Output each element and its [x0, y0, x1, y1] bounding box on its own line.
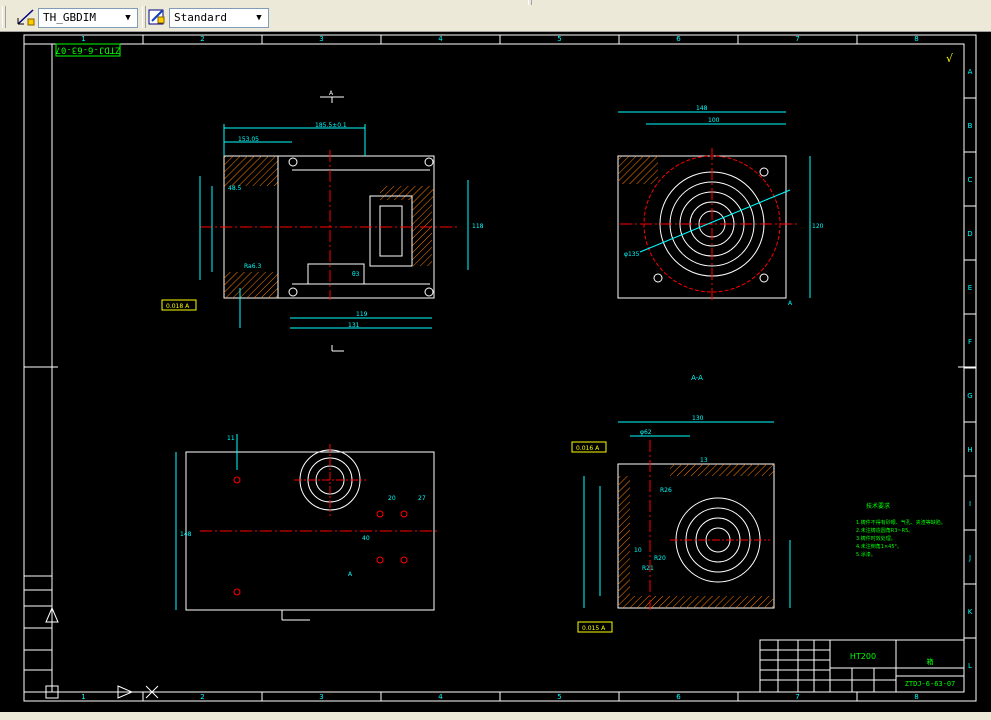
column-label-bottom: 5: [557, 693, 561, 701]
datum-plan: A: [348, 571, 353, 578]
ucs-icon: [45, 606, 159, 699]
dim-sec-r20: R20: [654, 555, 666, 562]
notes-line-1: 1.铸件不得有砂眼、气孔、夹渣等缺陷。: [856, 519, 946, 526]
dim-side-dia: φ135: [624, 251, 640, 258]
sheet-border: [23, 34, 977, 702]
column-label-top: 3: [319, 35, 323, 43]
dim-sec-13: 13: [700, 457, 708, 464]
section-arrow-top: A: [329, 90, 334, 97]
drawing-number: ZTDJ-6-63-07: [905, 680, 956, 688]
toolbar-grip[interactable]: [2, 6, 6, 28]
column-label-bottom: 6: [676, 693, 681, 701]
dim-plan-c: 40: [362, 535, 370, 542]
status-bar: [0, 712, 991, 720]
row-label: J: [968, 554, 971, 562]
dim-sec-10: 10: [634, 547, 642, 554]
dimstyle-icon[interactable]: [16, 7, 36, 27]
dimstyle-select[interactable]: TH_GBDIM ▼: [38, 8, 138, 28]
column-label-top: 8: [914, 35, 918, 43]
chevron-down-icon: ▼: [125, 13, 131, 23]
tolerance-value-3: 0.015 A: [582, 625, 606, 632]
column-label-bottom: 3: [319, 693, 323, 701]
dim-plan-b: 27: [418, 495, 426, 502]
material-label: HT200: [850, 652, 876, 661]
row-label: K: [968, 608, 973, 616]
row-label: B: [968, 122, 973, 130]
row-label: G: [967, 392, 972, 400]
row-labels: A B C D E F G H I J K L: [964, 68, 976, 670]
revision-table: [23, 575, 53, 693]
column-label-top: 6: [676, 35, 681, 43]
row-label: I: [969, 500, 971, 508]
dim-sec-r26: R26: [660, 487, 672, 494]
dim-sec-r21: R21: [642, 565, 654, 572]
textstyle-value: Standard: [174, 11, 227, 24]
tolerance-value-1: 0.018 A: [166, 303, 190, 310]
notes-line-2: 2.未注铸造圆角R3~R5。: [856, 527, 913, 534]
dimstyle-value: TH_GBDIM: [43, 11, 96, 24]
view-side[interactable]: [617, 111, 811, 302]
title-stamp: ZTDJ-6-63-07: [55, 45, 120, 55]
column-label-top: 2: [200, 35, 204, 43]
column-label-bottom: 2: [200, 693, 204, 701]
styles-toolbar: TH_GBDIM ▼ Standard ▼: [0, 0, 991, 32]
section-label: A-A: [691, 374, 703, 382]
row-label: F: [968, 338, 972, 346]
dim-plan-height: 148: [180, 531, 192, 538]
column-label-bottom: 7: [795, 693, 799, 701]
column-label-top: 1: [81, 35, 85, 43]
view-section[interactable]: [583, 421, 791, 610]
dim-plan-a: 20: [388, 495, 396, 502]
chevron-down-icon: ▼: [256, 13, 262, 23]
dim-small: 48.5: [228, 185, 242, 192]
column-label-top: 4: [438, 35, 443, 43]
row-label: E: [968, 284, 972, 292]
dim-length: 185.5±0.1: [315, 122, 347, 129]
row-label: H: [967, 446, 972, 454]
part-name: 箱: [927, 657, 934, 666]
notes-line-4: 4.未注倒角1×45°。: [856, 543, 902, 550]
dim-sec-dia: φ62: [640, 429, 652, 436]
column-label-top: 5: [557, 35, 561, 43]
dim-plan-offset: 11: [227, 435, 235, 442]
notes-title: 技术要求: [866, 502, 890, 510]
view-plan[interactable]: [175, 434, 440, 621]
column-label-bottom: 4: [438, 693, 443, 701]
tolerance-value-2: 0.016 A: [576, 445, 600, 452]
dim-roughness: Ra6.3: [244, 263, 261, 270]
dim-sec-width: 130: [692, 415, 704, 422]
row-label: A: [968, 68, 973, 76]
datum-side: A: [788, 300, 793, 307]
dim-inner: 119: [356, 311, 368, 318]
row-label: C: [968, 176, 973, 184]
dim-width: 153.05: [238, 136, 259, 143]
inner-frame: [51, 43, 965, 693]
column-label-bottom: 1: [81, 693, 85, 701]
textstyle-select[interactable]: Standard ▼: [169, 8, 269, 28]
dim-side-width: 148: [696, 105, 708, 112]
row-label: L: [968, 662, 972, 670]
column-label-top: 7: [795, 35, 799, 43]
column-label-bottom: 8: [914, 693, 918, 701]
dim-height: 118: [472, 223, 484, 230]
dim-theta: θ3: [352, 271, 360, 278]
notes-line-3: 3.铸件时效处理。: [856, 535, 896, 542]
toolbar-separator: [528, 0, 532, 5]
notes-line-5: 5.涂漆。: [856, 551, 876, 558]
check-mark-icon: √: [946, 52, 954, 65]
textstyle-icon[interactable]: [147, 7, 167, 27]
dim-side-inner: 100: [708, 117, 720, 124]
dim-bottom: 131: [348, 322, 360, 329]
dim-side-height: 120: [812, 223, 824, 230]
drawing-canvas[interactable]: 1 2 3 4 5 6 7 8 1 2 3 4 5 6 7 8 A B C D E F G H I J K L ZTDJ-6-63…: [0, 33, 991, 712]
toolbar-grip[interactable]: [142, 6, 146, 28]
row-label: D: [967, 230, 972, 238]
